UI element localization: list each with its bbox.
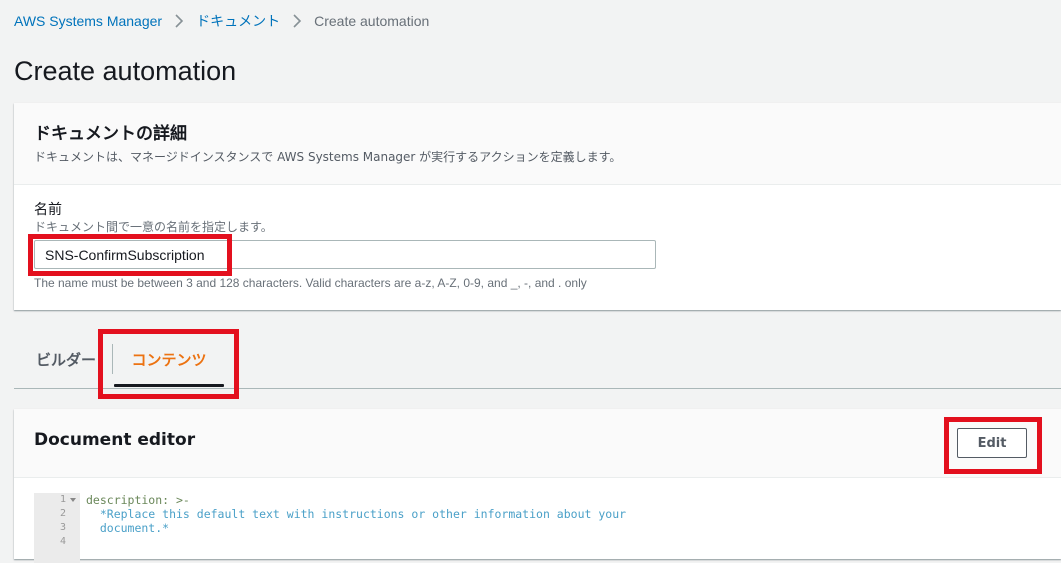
document-editor-header: Document editor Edit (14, 409, 1061, 478)
code-line: description: >- (86, 493, 190, 507)
line-number: 2 (59, 508, 66, 519)
name-field-label: 名前 (34, 202, 62, 218)
chevron-right-icon (280, 11, 314, 31)
page-title: Create automation (14, 56, 237, 86)
line-number-gutter: 1 2 3 4 (34, 493, 80, 563)
name-input[interactable] (34, 240, 656, 269)
fold-arrow-icon[interactable] (70, 498, 76, 502)
breadcrumb-documents[interactable]: ドキュメント (196, 11, 280, 31)
tab-divider (112, 344, 113, 374)
line-number: 4 (59, 536, 66, 547)
chevron-right-icon (162, 11, 196, 31)
tab-builder[interactable]: ビルダー (36, 330, 96, 388)
document-details-description: ドキュメントは、マネージドインスタンスで AWS Systems Manager… (34, 150, 622, 164)
document-editor-title: Document editor (34, 430, 196, 450)
line-number: 1 (59, 494, 66, 505)
breadcrumb: AWS Systems Manager ドキュメント Create automa… (14, 11, 429, 31)
code-editor[interactable]: 1 2 3 4 description: >- *Replace this de… (34, 493, 1041, 563)
name-field-constraint: The name must be between 3 and 128 chara… (34, 276, 587, 290)
tab-content[interactable]: コンテンツ (114, 330, 224, 388)
breadcrumb-systems-manager[interactable]: AWS Systems Manager (14, 13, 162, 29)
breadcrumb-current: Create automation (314, 13, 430, 29)
document-details-panel: ドキュメントの詳細 ドキュメントは、マネージドインスタンスで AWS Syste… (14, 103, 1061, 310)
edit-button[interactable]: Edit (957, 428, 1027, 458)
line-number: 3 (59, 522, 66, 533)
tab-bar: ビルダー コンテンツ (14, 330, 1061, 389)
active-tab-indicator (114, 384, 224, 387)
document-details-title: ドキュメントの詳細 (34, 124, 187, 144)
code-line: document.* (86, 521, 170, 535)
document-editor-panel: Document editor Edit 1 2 3 4 description… (14, 409, 1061, 563)
name-field-description: ドキュメント間で一意の名前を指定します。 (34, 220, 273, 234)
document-details-header: ドキュメントの詳細 ドキュメントは、マネージドインスタンスで AWS Syste… (14, 103, 1061, 185)
code-line: *Replace this default text with instruct… (86, 507, 627, 521)
